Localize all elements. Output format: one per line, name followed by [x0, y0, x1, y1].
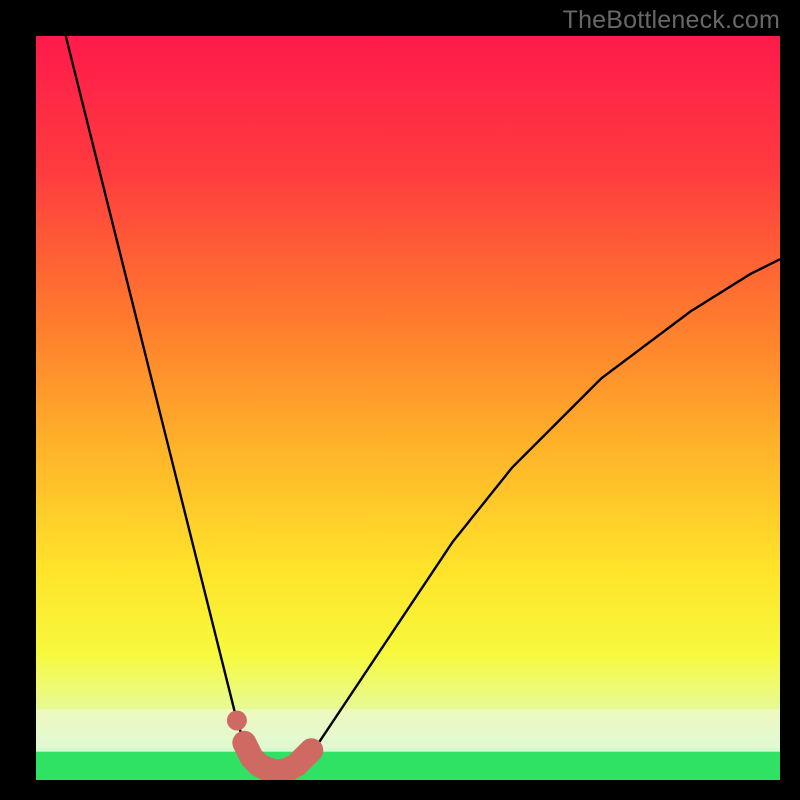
chart-frame: TheBottleneck.com — [0, 0, 800, 800]
plot-area — [36, 36, 780, 780]
haze-band — [36, 709, 780, 751]
watermark-label: TheBottleneck.com — [563, 6, 780, 35]
highlight-dot — [227, 710, 247, 730]
bottleneck-chart — [0, 0, 800, 800]
green-band — [36, 752, 780, 780]
